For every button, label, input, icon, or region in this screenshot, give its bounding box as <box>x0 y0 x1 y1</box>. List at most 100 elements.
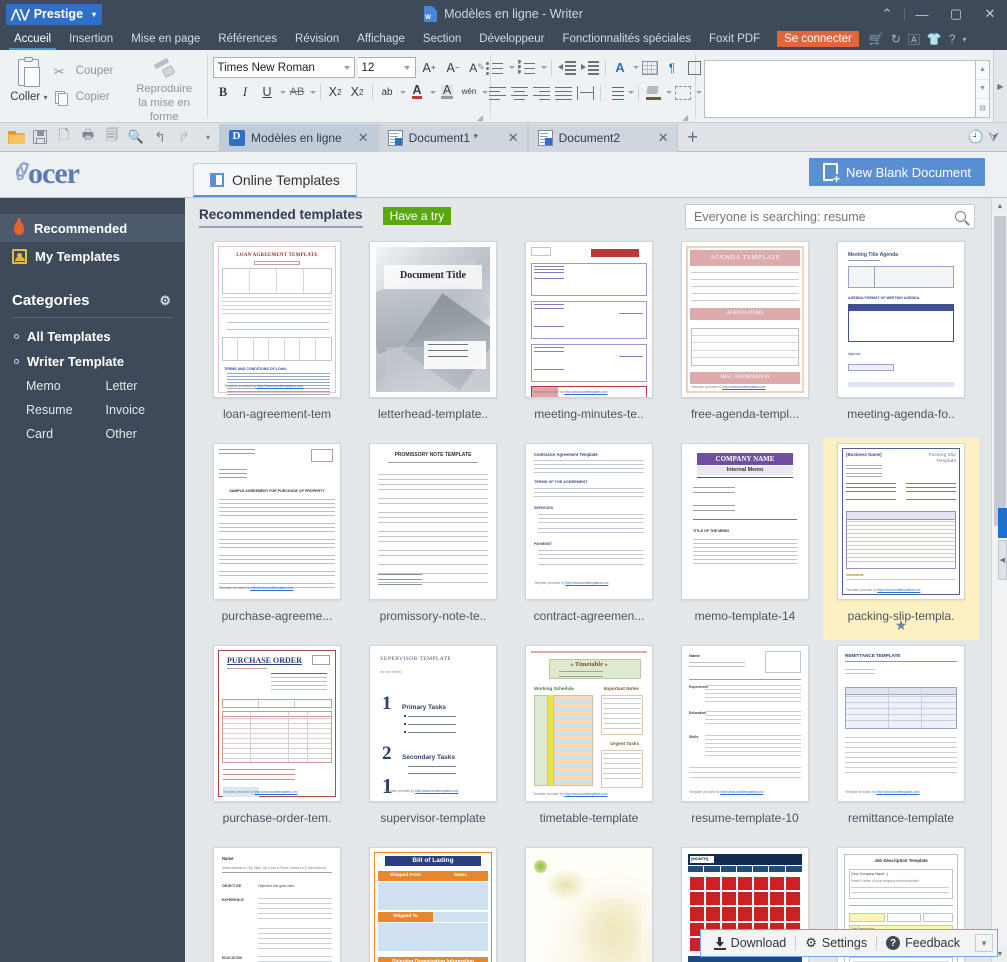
close-button[interactable]: ✕ <box>973 0 1007 28</box>
numbering-chevron-down-icon[interactable] <box>540 66 547 69</box>
vertical-scrollbar[interactable]: ▲ ▼ <box>991 198 1007 962</box>
tab-insertion[interactable]: Insertion <box>60 28 122 50</box>
template-card[interactable]: Name Street Address ● City, State, Zip C… <box>199 842 355 962</box>
copy-button[interactable]: Copier <box>54 84 128 110</box>
tab-section[interactable]: Section <box>414 28 470 50</box>
tab-references[interactable]: Références <box>209 28 286 50</box>
export-pdf-icon[interactable]: 🗋 <box>53 126 75 148</box>
sort-button[interactable]: A <box>610 57 631 78</box>
search-input[interactable] <box>686 208 946 225</box>
close-icon[interactable]: ✕ <box>348 130 369 146</box>
template-card[interactable]: PURCHASE ORDER Template provided by http… <box>199 640 355 842</box>
template-card[interactable]: Bill of Lading Shipped From Dates Shippe… <box>355 842 511 962</box>
tab-revision[interactable]: Révision <box>286 28 348 50</box>
sort-chevron-down-icon[interactable] <box>632 66 639 69</box>
template-card[interactable]: Meeting Title Agenda AGENDA FORMAT OF ME… <box>823 236 979 438</box>
gear-icon[interactable]: ⚙ <box>159 293 171 309</box>
format-painter-button[interactable]: Reproduire la mise en forme <box>127 54 201 124</box>
ribbon-collapse-button[interactable]: ⌃ <box>870 0 904 28</box>
subcategory-other[interactable]: Other <box>106 424 186 445</box>
redo-icon[interactable]: ↱ <box>173 126 195 148</box>
help-icon[interactable]: ? <box>949 32 956 46</box>
superscript-button[interactable]: X2 <box>325 82 346 103</box>
show-marks-button[interactable]: ¶ <box>662 57 683 78</box>
decrease-indent-button[interactable] <box>556 57 578 78</box>
bold-button[interactable]: B <box>213 82 234 103</box>
tab-online-templates[interactable]: Online Templates <box>193 163 357 197</box>
show-gridlines-button[interactable] <box>640 57 661 78</box>
sidebar-item-writer-template[interactable]: Writer Template <box>0 349 185 374</box>
align-left-button[interactable] <box>487 82 508 103</box>
line-spacing-chevron-down-icon[interactable] <box>627 91 634 94</box>
subscript-button[interactable]: X2 <box>347 82 368 103</box>
template-card[interactable]: Name Experience Education Skills Templat… <box>667 640 823 842</box>
subcategory-card[interactable]: Card <box>26 424 106 445</box>
template-card[interactable]: SAMPLE AGREEMENT FOR PURCHASE OF PROPERT… <box>199 438 355 640</box>
doc-tab-document2[interactable]: Document2 ✕ <box>527 123 678 152</box>
paragraph-layout-button[interactable] <box>684 57 705 78</box>
print-icon[interactable]: 🖶 <box>77 126 99 148</box>
open-icon[interactable] <box>5 126 27 148</box>
new-tab-button[interactable]: + <box>678 124 708 152</box>
settings-button[interactable]: ⚙ Settings <box>796 935 876 951</box>
subcategory-letter[interactable]: Letter <box>106 376 186 397</box>
align-right-button[interactable] <box>531 82 552 103</box>
tab-foxit-pdf[interactable]: Foxit PDF <box>700 28 769 50</box>
panel-collapse-button[interactable]: ◀ <box>998 540 1007 580</box>
shrink-font-button[interactable]: A − <box>443 57 464 78</box>
maximize-button[interactable]: ▢ <box>939 0 973 28</box>
grow-font-button[interactable]: A + <box>419 57 440 78</box>
template-card[interactable]: « Timetable » Working Schedule Important… <box>511 640 667 842</box>
style-scroll-up-button[interactable]: ▲ <box>976 61 989 80</box>
save-icon[interactable] <box>29 126 51 148</box>
template-card[interactable]: Contractor Agreement Template TERMS OF T… <box>511 438 667 640</box>
numbered-list-button[interactable]: 1 2 3 <box>516 57 539 78</box>
font-size-input[interactable]: 12 <box>357 57 416 78</box>
app-menu-button[interactable]: ⋀⋁ Prestige ▾ <box>6 3 103 25</box>
search-button[interactable] <box>946 211 974 222</box>
chevron-down-icon[interactable] <box>343 66 350 70</box>
template-card[interactable]: AGENDA TEMPLATE AGENDA ITEMS MISC. INFOR… <box>667 236 823 438</box>
bullet-list-button[interactable] <box>484 57 507 78</box>
font-dialog-launcher[interactable]: ◢ <box>477 113 485 122</box>
template-card[interactable]: Document Title letterhead-template.. <box>355 236 511 438</box>
bullet-chevron-down-icon[interactable] <box>508 66 515 69</box>
paragraph-dialog-launcher[interactable]: ◢ <box>682 113 690 122</box>
doc-a-icon[interactable]: 🄰 <box>908 31 920 48</box>
recycle-icon[interactable]: ↻ <box>891 32 901 46</box>
font-color-chevron-down-icon[interactable] <box>429 90 436 94</box>
template-card-selected[interactable]: [Business Name] Packing Slip Template Co… <box>823 438 979 640</box>
sidebar-item-my-templates[interactable]: My Templates <box>0 242 185 270</box>
line-spacing-button[interactable] <box>605 82 626 103</box>
shirt-icon[interactable]: 👕 <box>927 32 942 46</box>
template-card[interactable]: SUPERVISOR TEMPLATE [for the week] 1 Pri… <box>355 640 511 842</box>
template-card[interactable]: REMITTANCE TEMPLATE Template provided by… <box>823 640 979 842</box>
template-card[interactable]: LOAN AGREEMENT TEMPLATE TERMS AND CONDIT… <box>199 236 355 438</box>
cart-icon[interactable]: 🛒 <box>869 32 884 46</box>
phonetic-guide-button[interactable]: wén <box>459 82 480 103</box>
tab-accueil[interactable]: Accueil <box>5 28 60 50</box>
feedback-button[interactable]: ? Feedback <box>877 936 969 950</box>
subcategory-resume[interactable]: Resume <box>26 400 106 421</box>
align-center-button[interactable] <box>509 82 530 103</box>
align-justify-button[interactable] <box>553 82 574 103</box>
template-card[interactable]: COMPANY NAME Internal Memo TITLE OF THE … <box>667 438 823 640</box>
tab-menu-icon[interactable]: ⮛ <box>988 129 999 145</box>
have-a-try-badge[interactable]: Have a try <box>382 207 452 225</box>
template-card[interactable] <box>511 842 667 962</box>
paste-button[interactable]: Coller ▾ <box>4 54 54 103</box>
underline-button[interactable]: U <box>257 82 278 103</box>
cut-button[interactable]: ✂ Couper <box>54 58 128 84</box>
ribbon-expand-arrow[interactable]: ▶ <box>993 50 1007 122</box>
increase-indent-button[interactable] <box>579 57 601 78</box>
tab-developpeur[interactable]: Développeur <box>470 28 553 50</box>
subcategory-memo[interactable]: Memo <box>26 376 106 397</box>
shading-button[interactable] <box>643 82 664 103</box>
borders-chevron-down-icon[interactable] <box>695 91 702 94</box>
history-icon[interactable]: 🕘 <box>968 129 984 145</box>
doc-tab-document1[interactable]: Document1 * ✕ <box>377 123 528 152</box>
strikethrough-chevron-down-icon[interactable] <box>309 90 316 94</box>
tab-mise-en-page[interactable]: Mise en page <box>122 28 209 50</box>
undo-icon[interactable]: ↰ <box>149 126 171 148</box>
doc-tab-modeles-en-ligne[interactable]: Modèles en ligne ✕ <box>219 123 378 152</box>
